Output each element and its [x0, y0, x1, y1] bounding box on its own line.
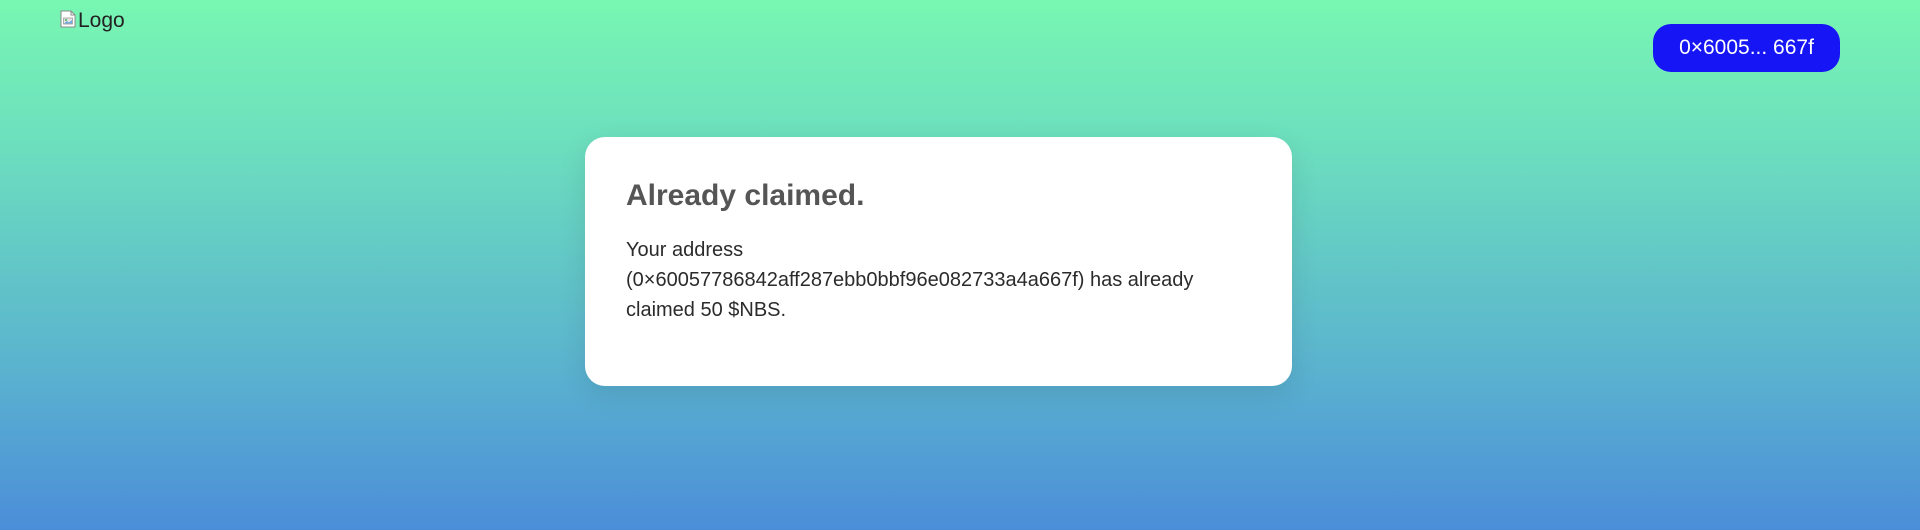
card-title: Already claimed.: [626, 179, 865, 212]
claim-message: Your address (0×60057786842aff287ebb0bbf…: [626, 235, 1252, 325]
claim-status-card: Already claimed. Your address (0×6005778…: [585, 137, 1292, 386]
wallet-address-button[interactable]: 0×6005... 667f: [1653, 24, 1840, 72]
broken-image-icon: [60, 10, 76, 28]
message-address: (0×60057786842aff287ebb0bbf96e082733a4a6…: [626, 269, 1194, 291]
logo-alt-text: Logo: [78, 9, 125, 32]
message-end: claimed 50 $NBS.: [626, 299, 787, 321]
message-intro: Your address: [626, 239, 744, 261]
logo[interactable]: Logo: [60, 9, 125, 33]
top-bar: Logo 0×6005... 667f: [0, 0, 1920, 90]
